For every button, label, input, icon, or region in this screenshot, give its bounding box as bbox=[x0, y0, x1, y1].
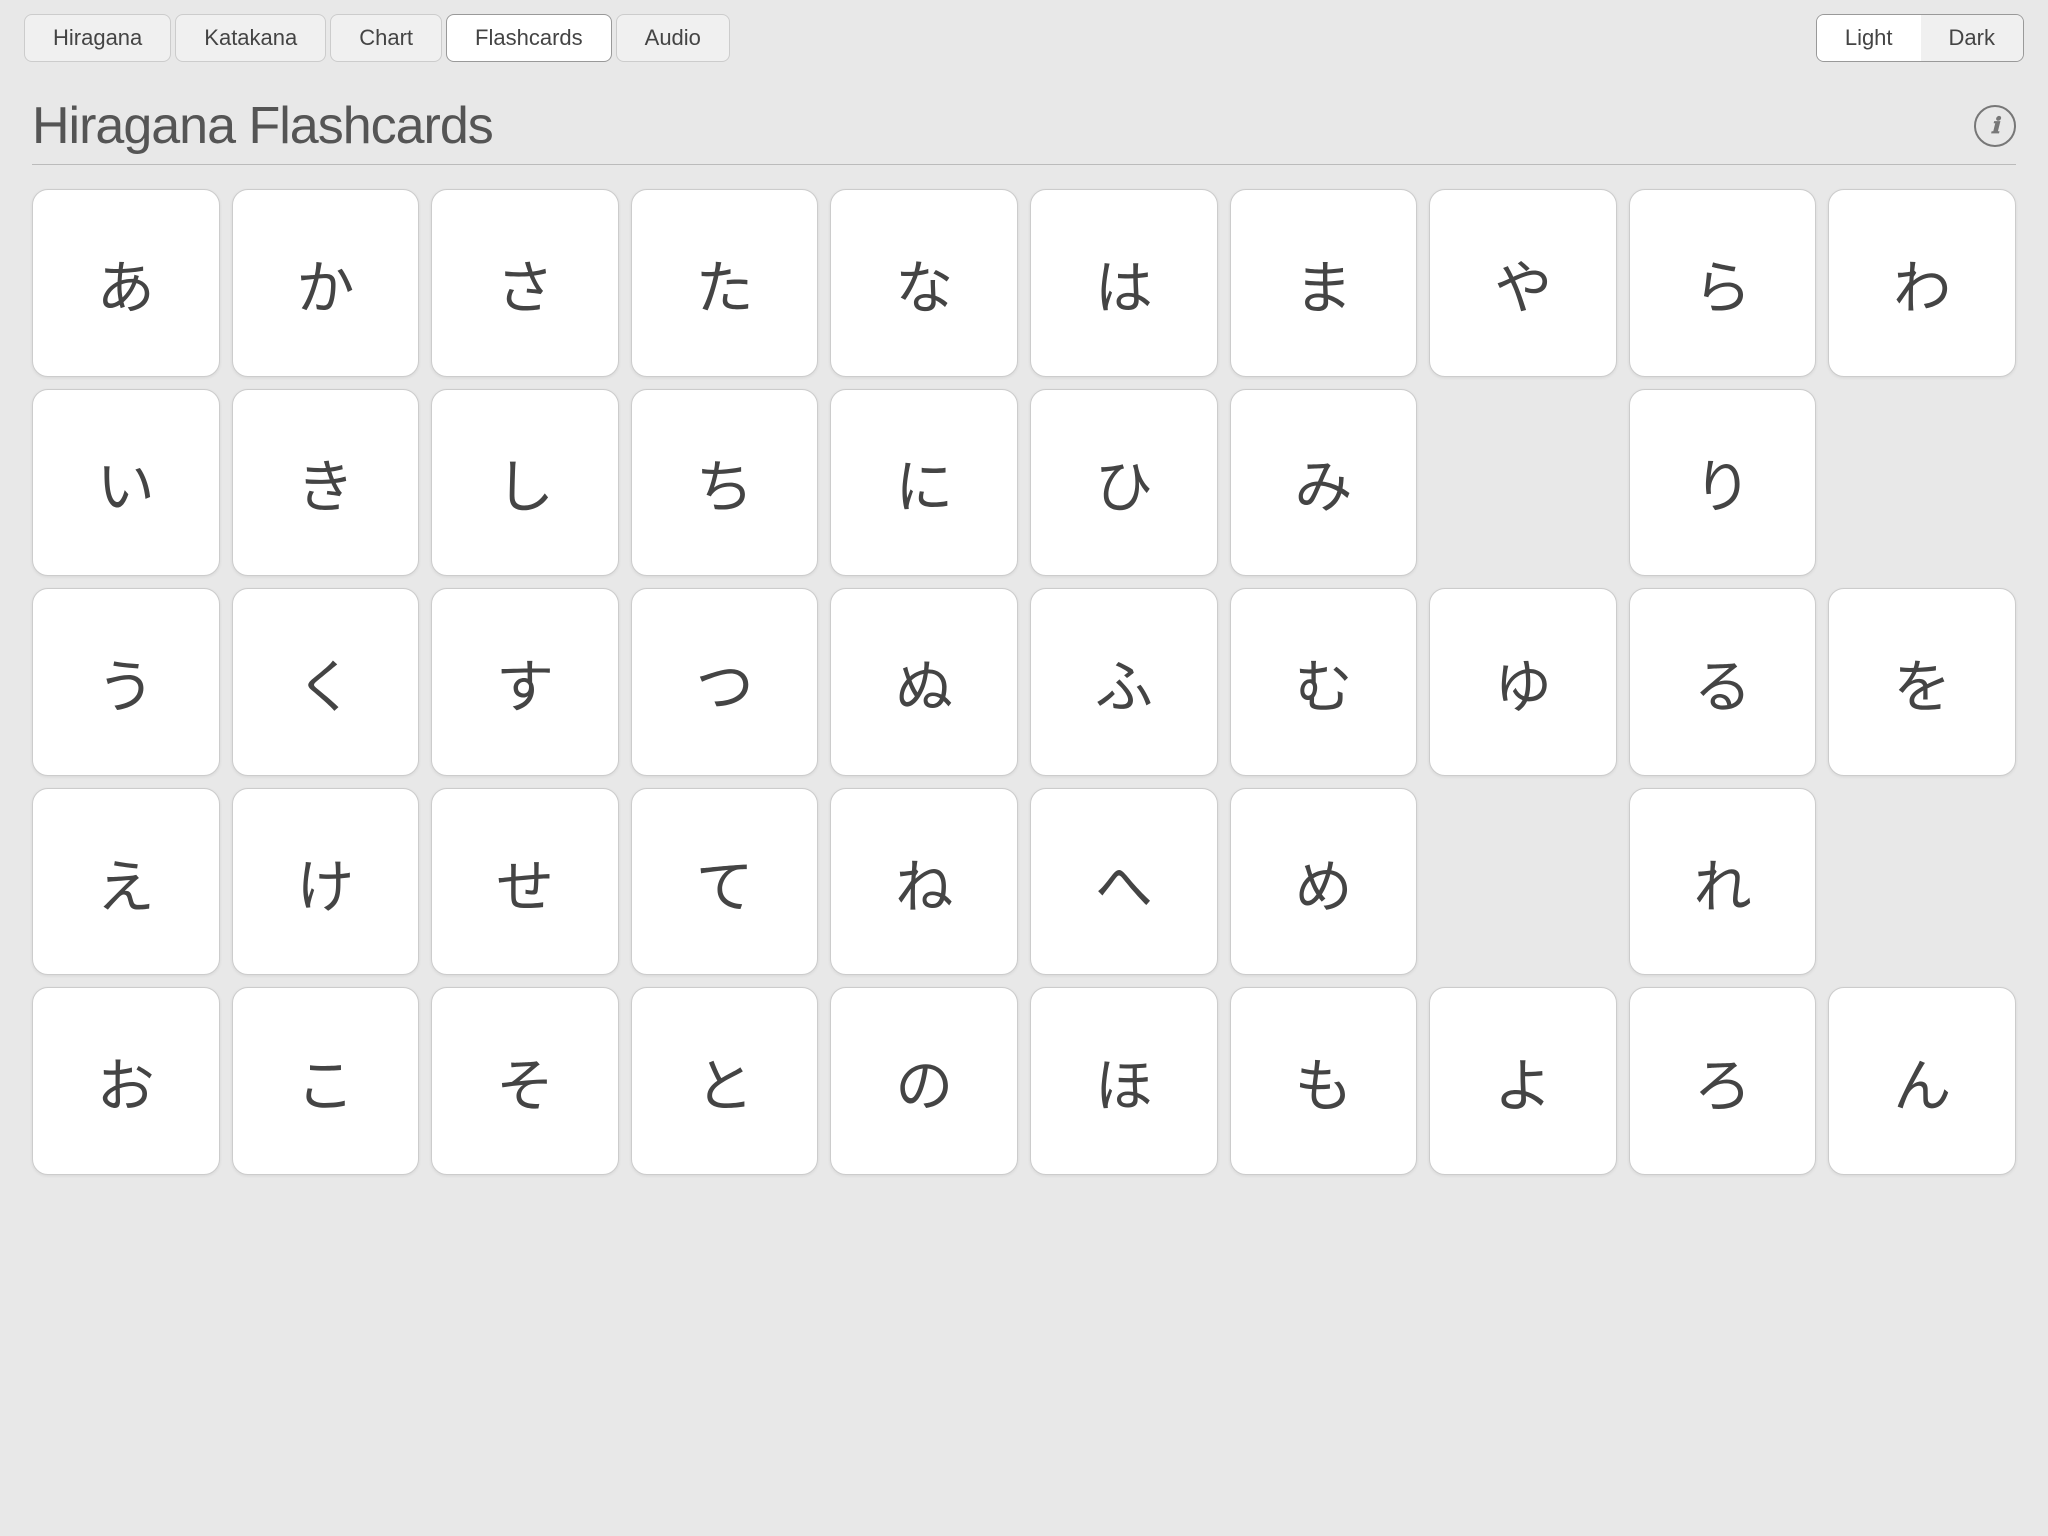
flashcard-り[interactable]: り bbox=[1629, 389, 1817, 577]
flashcard-な[interactable]: な bbox=[830, 189, 1018, 377]
info-icon[interactable]: ℹ bbox=[1974, 105, 2016, 147]
nav-tab-katakana[interactable]: Katakana bbox=[175, 14, 326, 62]
flashcard-い[interactable]: い bbox=[32, 389, 220, 577]
flashcard-わ[interactable]: わ bbox=[1828, 189, 2016, 377]
flashcard-く[interactable]: く bbox=[232, 588, 420, 776]
flashcard-え[interactable]: え bbox=[32, 788, 220, 976]
flashcard-empty-3-7 bbox=[1429, 788, 1617, 976]
flashcard-empty-1-9 bbox=[1828, 389, 2016, 577]
flashcard-ら[interactable]: ら bbox=[1629, 189, 1817, 377]
flashcard-け[interactable]: け bbox=[232, 788, 420, 976]
flashcard-れ[interactable]: れ bbox=[1629, 788, 1817, 976]
flashcard-ゆ[interactable]: ゆ bbox=[1429, 588, 1617, 776]
flashcard-よ[interactable]: よ bbox=[1429, 987, 1617, 1175]
flashcard-め[interactable]: め bbox=[1230, 788, 1418, 976]
flashcard-grid: あかさたなはまやらわいきしちにひみ りうくすつぬふむゆるをえけせてねへめ れおこそと… bbox=[32, 189, 2016, 1175]
flashcard-せ[interactable]: せ bbox=[431, 788, 619, 976]
nav-tab-flashcards[interactable]: Flashcards bbox=[446, 14, 612, 62]
flashcard-う[interactable]: う bbox=[32, 588, 220, 776]
flashcard-ち[interactable]: ち bbox=[631, 389, 819, 577]
main-content: Hiragana Flashcards ℹ あかさたなはまやらわいきしちにひみ り… bbox=[0, 76, 2048, 1207]
flashcard-ん[interactable]: ん bbox=[1828, 987, 2016, 1175]
flashcard-て[interactable]: て bbox=[631, 788, 819, 976]
flashcard-ま[interactable]: ま bbox=[1230, 189, 1418, 377]
flashcard-の[interactable]: の bbox=[830, 987, 1018, 1175]
flashcard-さ[interactable]: さ bbox=[431, 189, 619, 377]
nav-tab-hiragana[interactable]: Hiragana bbox=[24, 14, 171, 62]
flashcard-empty-3-9 bbox=[1828, 788, 2016, 976]
flashcard-に[interactable]: に bbox=[830, 389, 1018, 577]
flashcard-こ[interactable]: こ bbox=[232, 987, 420, 1175]
nav-tab-audio[interactable]: Audio bbox=[616, 14, 730, 62]
flashcard-ろ[interactable]: ろ bbox=[1629, 987, 1817, 1175]
nav-tab-chart[interactable]: Chart bbox=[330, 14, 442, 62]
flashcard-ぬ[interactable]: ぬ bbox=[830, 588, 1018, 776]
divider bbox=[32, 164, 2016, 165]
flashcard-み[interactable]: み bbox=[1230, 389, 1418, 577]
page-title: Hiragana Flashcards bbox=[32, 96, 493, 156]
flashcard-か[interactable]: か bbox=[232, 189, 420, 377]
flashcard-き[interactable]: き bbox=[232, 389, 420, 577]
flashcard-ふ[interactable]: ふ bbox=[1030, 588, 1218, 776]
flashcard-へ[interactable]: へ bbox=[1030, 788, 1218, 976]
nav-tabs: HiraganaKatakanaChartFlashcardsAudio bbox=[24, 14, 730, 62]
flashcard-た[interactable]: た bbox=[631, 189, 819, 377]
flashcard-は[interactable]: は bbox=[1030, 189, 1218, 377]
flashcard-empty-1-7 bbox=[1429, 389, 1617, 577]
flashcard-も[interactable]: も bbox=[1230, 987, 1418, 1175]
flashcard-る[interactable]: る bbox=[1629, 588, 1817, 776]
top-navigation: HiraganaKatakanaChartFlashcardsAudio Lig… bbox=[0, 0, 2048, 76]
flashcard-む[interactable]: む bbox=[1230, 588, 1418, 776]
flashcard-あ[interactable]: あ bbox=[32, 189, 220, 377]
flashcard-ね[interactable]: ね bbox=[830, 788, 1018, 976]
flashcard-そ[interactable]: そ bbox=[431, 987, 619, 1175]
page-header: Hiragana Flashcards ℹ bbox=[32, 96, 2016, 156]
flashcard-お[interactable]: お bbox=[32, 987, 220, 1175]
theme-btn-dark[interactable]: Dark bbox=[1921, 15, 2023, 61]
flashcard-を[interactable]: を bbox=[1828, 588, 2016, 776]
flashcard-や[interactable]: や bbox=[1429, 189, 1617, 377]
flashcard-ひ[interactable]: ひ bbox=[1030, 389, 1218, 577]
flashcard-ほ[interactable]: ほ bbox=[1030, 987, 1218, 1175]
flashcard-と[interactable]: と bbox=[631, 987, 819, 1175]
flashcard-つ[interactable]: つ bbox=[631, 588, 819, 776]
theme-btn-light[interactable]: Light bbox=[1816, 14, 1922, 62]
theme-toggle: LightDark bbox=[1816, 14, 2024, 62]
flashcard-す[interactable]: す bbox=[431, 588, 619, 776]
flashcard-し[interactable]: し bbox=[431, 389, 619, 577]
